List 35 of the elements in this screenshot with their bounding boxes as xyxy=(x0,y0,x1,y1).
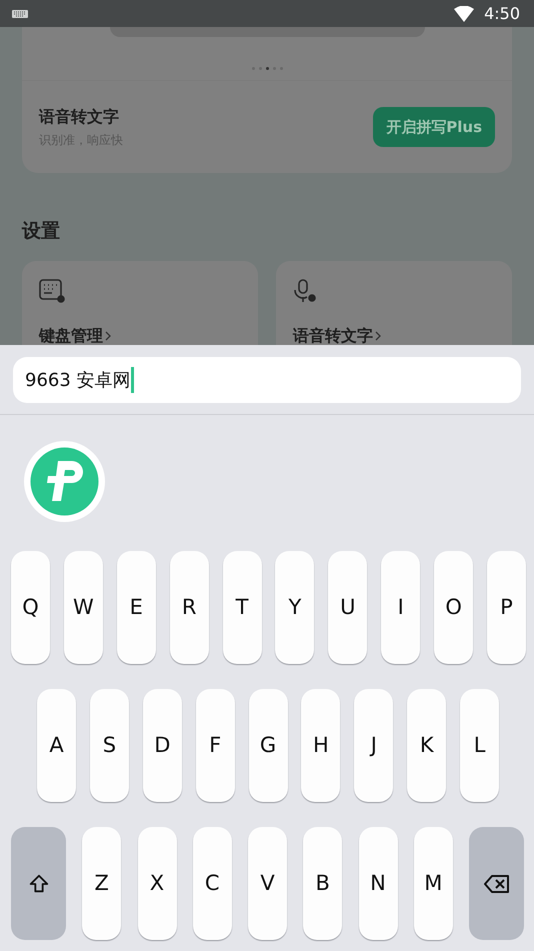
text-input-field[interactable]: 9663 安卓网 xyxy=(13,357,521,403)
letter-key[interactable]: I xyxy=(381,551,420,664)
letter-key[interactable]: H xyxy=(301,689,340,802)
letter-key[interactable]: Q xyxy=(11,551,50,664)
letter-key[interactable]: F xyxy=(196,689,235,802)
settings-card[interactable]: 语音转文字 xyxy=(276,260,512,345)
letter-key[interactable]: J xyxy=(354,689,394,802)
letter-key[interactable]: P xyxy=(487,551,526,664)
letter-key[interactable]: S xyxy=(90,689,129,802)
letter-key[interactable]: T xyxy=(222,551,262,664)
letter-key[interactable]: D xyxy=(142,689,182,802)
settings-card[interactable]: 键盘管理 xyxy=(22,260,258,345)
letter-key[interactable]: Z xyxy=(82,827,122,940)
letter-key[interactable]: O xyxy=(434,551,474,664)
letter-key[interactable]: V xyxy=(248,827,287,940)
settings-card-label: 键盘管理 xyxy=(39,324,103,345)
letter-key[interactable]: M xyxy=(414,827,453,940)
letter-key[interactable]: U xyxy=(328,551,368,664)
letter-key[interactable]: R xyxy=(170,551,209,664)
letter-key[interactable]: C xyxy=(192,827,232,940)
letter-key[interactable]: L xyxy=(460,689,500,802)
letter-key[interactable]: E xyxy=(116,551,156,664)
letter-key[interactable]: K xyxy=(407,689,446,802)
feature-title: 语音转文字 xyxy=(39,106,120,128)
letter-key[interactable]: W xyxy=(64,551,103,664)
letter-key[interactable]: Y xyxy=(275,551,314,664)
letter-key[interactable]: X xyxy=(138,827,176,940)
letter-key[interactable]: N xyxy=(358,827,398,940)
section-heading: 设置 xyxy=(22,219,61,244)
letter-key[interactable]: A xyxy=(37,689,76,802)
input-value: 9663 安卓网 xyxy=(25,368,131,392)
settings-card-label: 语音转文字 xyxy=(293,324,373,345)
letter-key[interactable]: G xyxy=(248,689,288,802)
letter-key[interactable]: B xyxy=(303,827,342,940)
clock: 4:50 xyxy=(484,2,520,24)
